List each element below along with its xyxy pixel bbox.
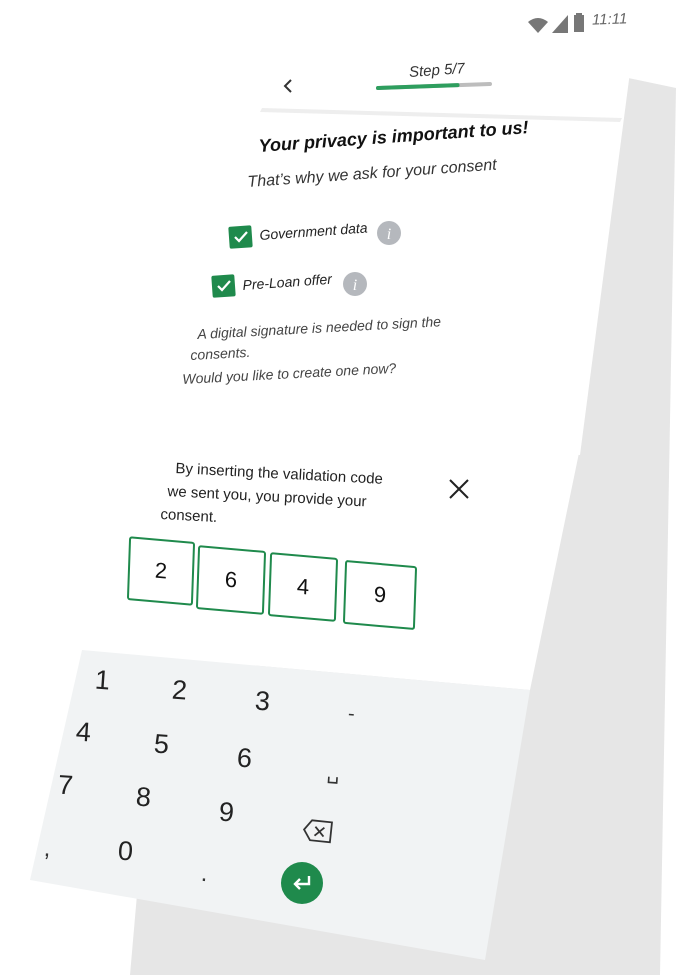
back-button[interactable] [280, 76, 296, 96]
key-4[interactable]: 4 [75, 717, 92, 749]
code-box-4[interactable]: 9 [342, 559, 418, 631]
code-box-2[interactable]: 6 [195, 545, 267, 615]
wifi-icon [528, 18, 548, 33]
code-digit: 2 [154, 557, 168, 584]
backspace-key[interactable] [302, 818, 334, 844]
key-3[interactable]: 3 [254, 686, 271, 718]
close-icon [449, 479, 469, 499]
enter-key[interactable] [281, 862, 323, 904]
code-box-1[interactable]: 2 [126, 536, 196, 606]
svg-text:i: i [353, 277, 357, 294]
key-space[interactable]: ␣ [326, 760, 340, 786]
backspace-icon [302, 819, 333, 844]
key-8[interactable]: 8 [135, 782, 152, 814]
close-button[interactable] [446, 476, 472, 502]
key-6[interactable]: 6 [236, 743, 253, 775]
info-icon[interactable]: i [342, 271, 368, 297]
sheet-text-line3: consent. [160, 505, 218, 526]
key-2[interactable]: 2 [171, 675, 188, 707]
key-1[interactable]: 1 [94, 665, 111, 697]
signature-text-line2: consents. [190, 343, 251, 363]
code-digit: 6 [224, 566, 238, 593]
code-box-3[interactable]: 4 [267, 552, 339, 622]
key-9[interactable]: 9 [218, 797, 235, 829]
checkbox-government-data[interactable] [228, 224, 254, 250]
info-icon[interactable]: i [376, 220, 402, 246]
key-0[interactable]: 0 [117, 836, 134, 868]
chevron-left-icon [283, 79, 292, 93]
svg-text:i: i [387, 226, 391, 243]
step-progress-bar [376, 82, 492, 90]
checkbox-pre-loan-offer[interactable] [211, 273, 237, 299]
battery-icon [574, 13, 584, 32]
enter-icon [293, 876, 311, 890]
key-7[interactable]: 7 [57, 770, 74, 802]
signal-icon [552, 15, 568, 33]
key-5[interactable]: 5 [153, 729, 170, 761]
status-time: 11:11 [591, 10, 628, 29]
code-digit: 9 [373, 581, 387, 608]
code-digit: 4 [296, 573, 310, 600]
